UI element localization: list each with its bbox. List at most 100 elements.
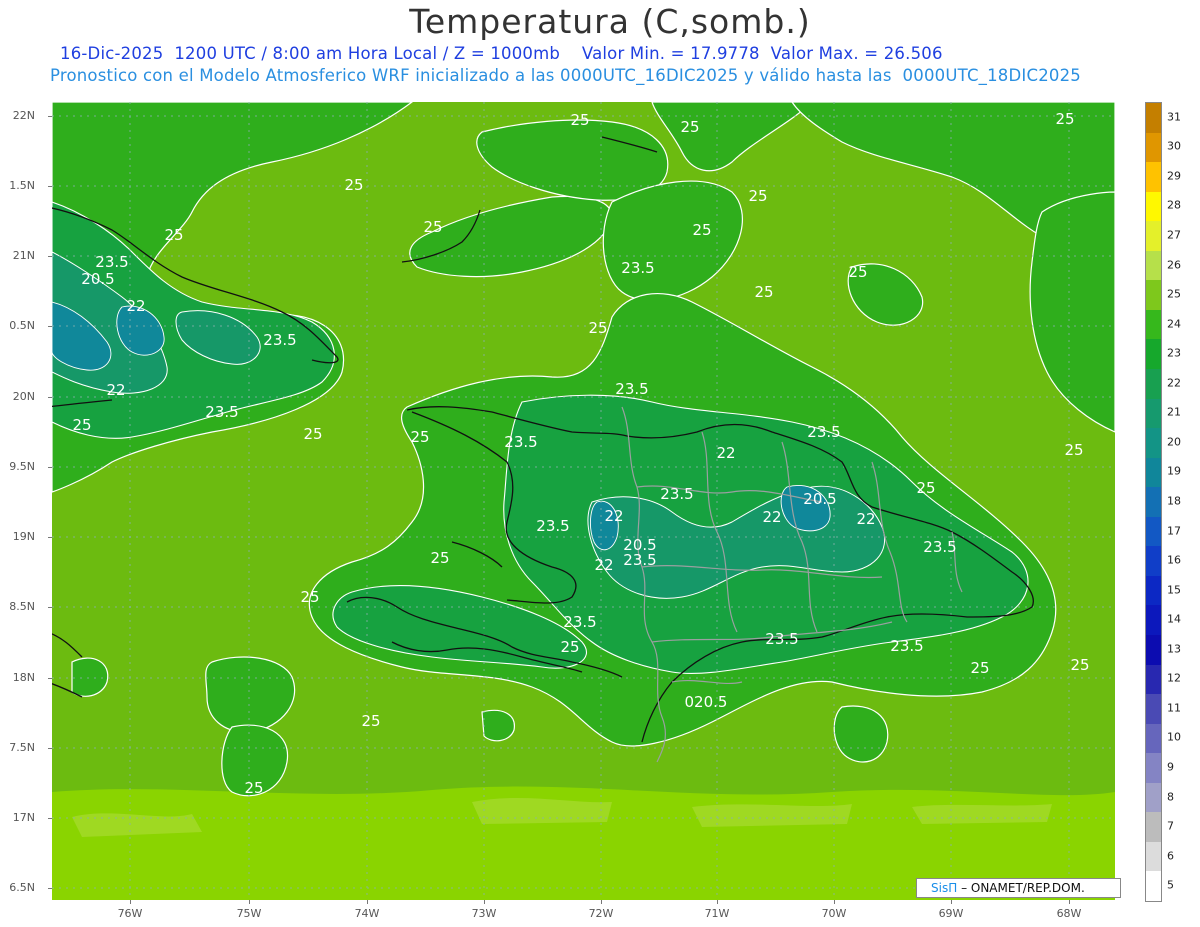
legend-swatch	[1146, 457, 1161, 488]
contour-label: 25	[410, 428, 429, 446]
legend-value: 21	[1167, 405, 1181, 419]
contour-label: 23.5	[263, 331, 296, 349]
legend-value: 20	[1167, 435, 1181, 449]
model-info-line: Pronostico con el Modelo Atmosferico WRF…	[50, 66, 1081, 85]
contour-label: 25	[164, 226, 183, 244]
legend-swatch	[1146, 162, 1161, 193]
legend-swatch	[1146, 664, 1161, 695]
contour-label: 25	[72, 416, 91, 434]
legend-swatch	[1146, 871, 1161, 902]
contour-label: 23.5	[504, 433, 537, 451]
legend-swatch	[1146, 428, 1161, 459]
lon-tick	[249, 900, 250, 904]
contour-label: 25	[423, 218, 442, 236]
contour-label: 23.5	[563, 613, 596, 631]
lat-tick	[48, 116, 52, 117]
lon-label: 69W	[938, 907, 964, 920]
legend-swatch	[1146, 339, 1161, 370]
lat-tick	[48, 186, 52, 187]
contour-label: 25	[361, 712, 380, 730]
contour-label: 020.5	[685, 693, 728, 711]
legend-swatch	[1146, 723, 1161, 754]
legend-value: 16	[1167, 553, 1181, 567]
lat-tick	[48, 397, 52, 398]
contour-label: 25	[344, 176, 363, 194]
contour-label: 25	[430, 549, 449, 567]
contour-label: 22	[716, 444, 735, 462]
lon-label: 71W	[704, 907, 730, 920]
legend-value: 23	[1167, 346, 1181, 360]
lon-tick	[130, 900, 131, 904]
contour-label: 25	[680, 118, 699, 136]
temperature-map-svg: 25 25 25 25 25 25 25 25 25 25 25 25 25 25 25 25 25 25 25 25…	[52, 102, 1115, 900]
credit-text: – ONAMET/REP.DOM.	[961, 881, 1085, 895]
lat-label: 22N	[12, 109, 35, 122]
contour-label: 25	[1055, 110, 1074, 128]
contour-label: 20.5	[623, 536, 656, 554]
legend-value: 7	[1167, 819, 1174, 833]
contour-label: 25	[560, 638, 579, 656]
contour-label: 25	[303, 425, 322, 443]
legend-value: 5	[1167, 878, 1174, 892]
contour-label: 23.5	[95, 253, 128, 271]
lon-label: 74W	[354, 907, 380, 920]
contour-label: 25	[748, 187, 767, 205]
contour-label: 25	[970, 659, 989, 677]
lat-tick	[48, 748, 52, 749]
contour-label: 25	[1064, 441, 1083, 459]
lon-tick	[484, 900, 485, 904]
legend-swatch	[1146, 694, 1161, 725]
lon-tick	[1069, 900, 1070, 904]
contour-label: 25	[754, 283, 773, 301]
contour-label: 23.5	[615, 380, 648, 398]
legend-swatch	[1146, 221, 1161, 252]
legend-swatch	[1146, 575, 1161, 606]
legend-value: 29	[1167, 169, 1181, 183]
lat-label: 17N	[12, 811, 35, 824]
contour-label: 25	[692, 221, 711, 239]
legend-value: 19	[1167, 464, 1181, 478]
lat-label: 18N	[12, 671, 35, 684]
legend-swatch	[1146, 516, 1161, 547]
legend-value: 9	[1167, 760, 1174, 774]
lat-tick	[48, 818, 52, 819]
contour-label: 25	[1070, 656, 1089, 674]
forecast-time-line: 16-Dic-2025 1200 UTC / 8:00 am Hora Loca…	[60, 44, 943, 63]
lat-tick	[48, 256, 52, 257]
contour-label: 23.5	[536, 517, 569, 535]
legend-swatch	[1146, 132, 1161, 163]
lon-label: 76W	[117, 907, 143, 920]
legend-value: 18	[1167, 494, 1181, 508]
contour-label: 23.5	[807, 423, 840, 441]
lat-tick	[48, 326, 52, 327]
legend-value: 13	[1167, 642, 1181, 656]
lon-label: 73W	[471, 907, 497, 920]
legend-value: 31	[1167, 110, 1181, 124]
contour-label: 22	[594, 556, 613, 574]
temperature-map: 25 25 25 25 25 25 25 25 25 25 25 25 25 25 25 25 25 25 25 25…	[52, 102, 1115, 900]
contour-label: 25	[244, 779, 263, 797]
legend-value: 6	[1167, 849, 1174, 863]
map-title: Temperatura (C,somb.)	[409, 2, 811, 41]
legend-value: 28	[1167, 198, 1181, 212]
legend-swatch	[1146, 605, 1161, 636]
contour-label: 22	[106, 381, 125, 399]
lat-label: 19N	[12, 530, 35, 543]
color-legend	[1145, 102, 1162, 902]
legend-swatch	[1146, 782, 1161, 813]
legend-value: 26	[1167, 258, 1181, 272]
lat-label: 21N	[12, 249, 35, 262]
legend-value: 10	[1167, 730, 1181, 744]
legend-value: 24	[1167, 317, 1181, 331]
legend-swatch	[1146, 398, 1161, 429]
legend-value: 12	[1167, 671, 1181, 685]
contour-label: 25	[848, 263, 867, 281]
lon-label: 75W	[236, 907, 262, 920]
legend-swatch	[1146, 369, 1161, 400]
lat-label: 1.5N	[9, 179, 35, 192]
legend-swatch	[1146, 546, 1161, 577]
legend-value: 27	[1167, 228, 1181, 242]
contour-label: 23.5	[890, 637, 923, 655]
legend-value: 15	[1167, 583, 1181, 597]
lat-label: 0.5N	[9, 319, 35, 332]
